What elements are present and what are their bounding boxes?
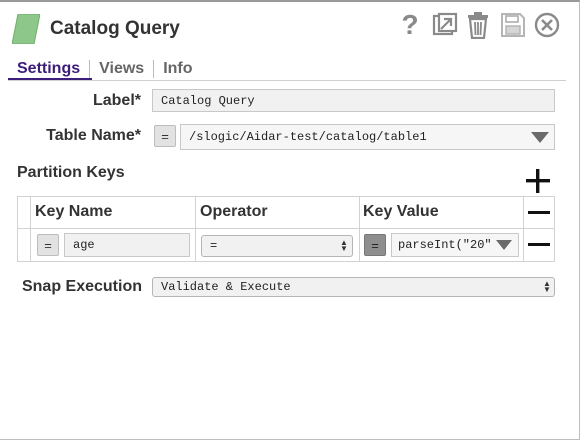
label-input[interactable]: Catalog Query [152, 89, 555, 112]
snap-execution-select-arrows-icon: ▲ ▼ [543, 279, 551, 294]
column-header-key-name: Key Name [35, 203, 113, 220]
table-name-dropdown-arrow-icon[interactable] [531, 132, 549, 143]
add-row-icon[interactable] [525, 168, 551, 194]
tab-bar: Settings Views Info [8, 58, 202, 80]
operator-value: = [210, 239, 218, 253]
snap-execution-value: Validate & Execute [161, 280, 291, 294]
key-value-dropdown-arrow-icon[interactable] [496, 240, 512, 250]
column-header-operator: Operator [200, 203, 268, 220]
save-icon[interactable] [500, 10, 526, 40]
table-name-label: Table Name* [46, 127, 141, 144]
partition-keys-table: Key Name Operator Key Value = age = ▲ ▼ =… [17, 196, 555, 262]
tab-info[interactable]: Info [154, 59, 201, 79]
table-name-input[interactable]: /slogic/Aidar-test/catalog/table1 [180, 124, 555, 150]
tabs-divider-line [8, 80, 566, 81]
close-icon[interactable] [534, 10, 560, 40]
partition-keys-title: Partition Keys [17, 164, 125, 181]
tab-views[interactable]: Views [90, 59, 153, 79]
dialog-title: Catalog Query [50, 18, 180, 39]
key-name-expression-toggle[interactable]: = [37, 234, 59, 256]
column-header-key-value: Key Value [363, 203, 439, 220]
operator-select-arrows-icon: ▲ ▼ [340, 238, 348, 253]
remove-header-icon[interactable] [528, 211, 550, 214]
export-icon[interactable] [432, 10, 458, 40]
remove-row-icon[interactable] [528, 243, 550, 246]
help-icon[interactable]: ? [400, 10, 420, 40]
tab-settings[interactable]: Settings [8, 59, 89, 79]
delete-icon[interactable] [466, 10, 490, 40]
snap-execution-label: Snap Execution [21, 278, 142, 295]
snap-logo-icon [12, 14, 40, 44]
label-field-label: Label* [92, 92, 141, 109]
operator-select[interactable]: = [201, 235, 353, 257]
key-value-expression-toggle[interactable]: = [364, 234, 386, 256]
key-name-input[interactable]: age [64, 233, 190, 257]
snap-execution-select[interactable]: Validate & Execute [152, 277, 555, 297]
table-name-expression-toggle[interactable]: = [154, 125, 176, 147]
